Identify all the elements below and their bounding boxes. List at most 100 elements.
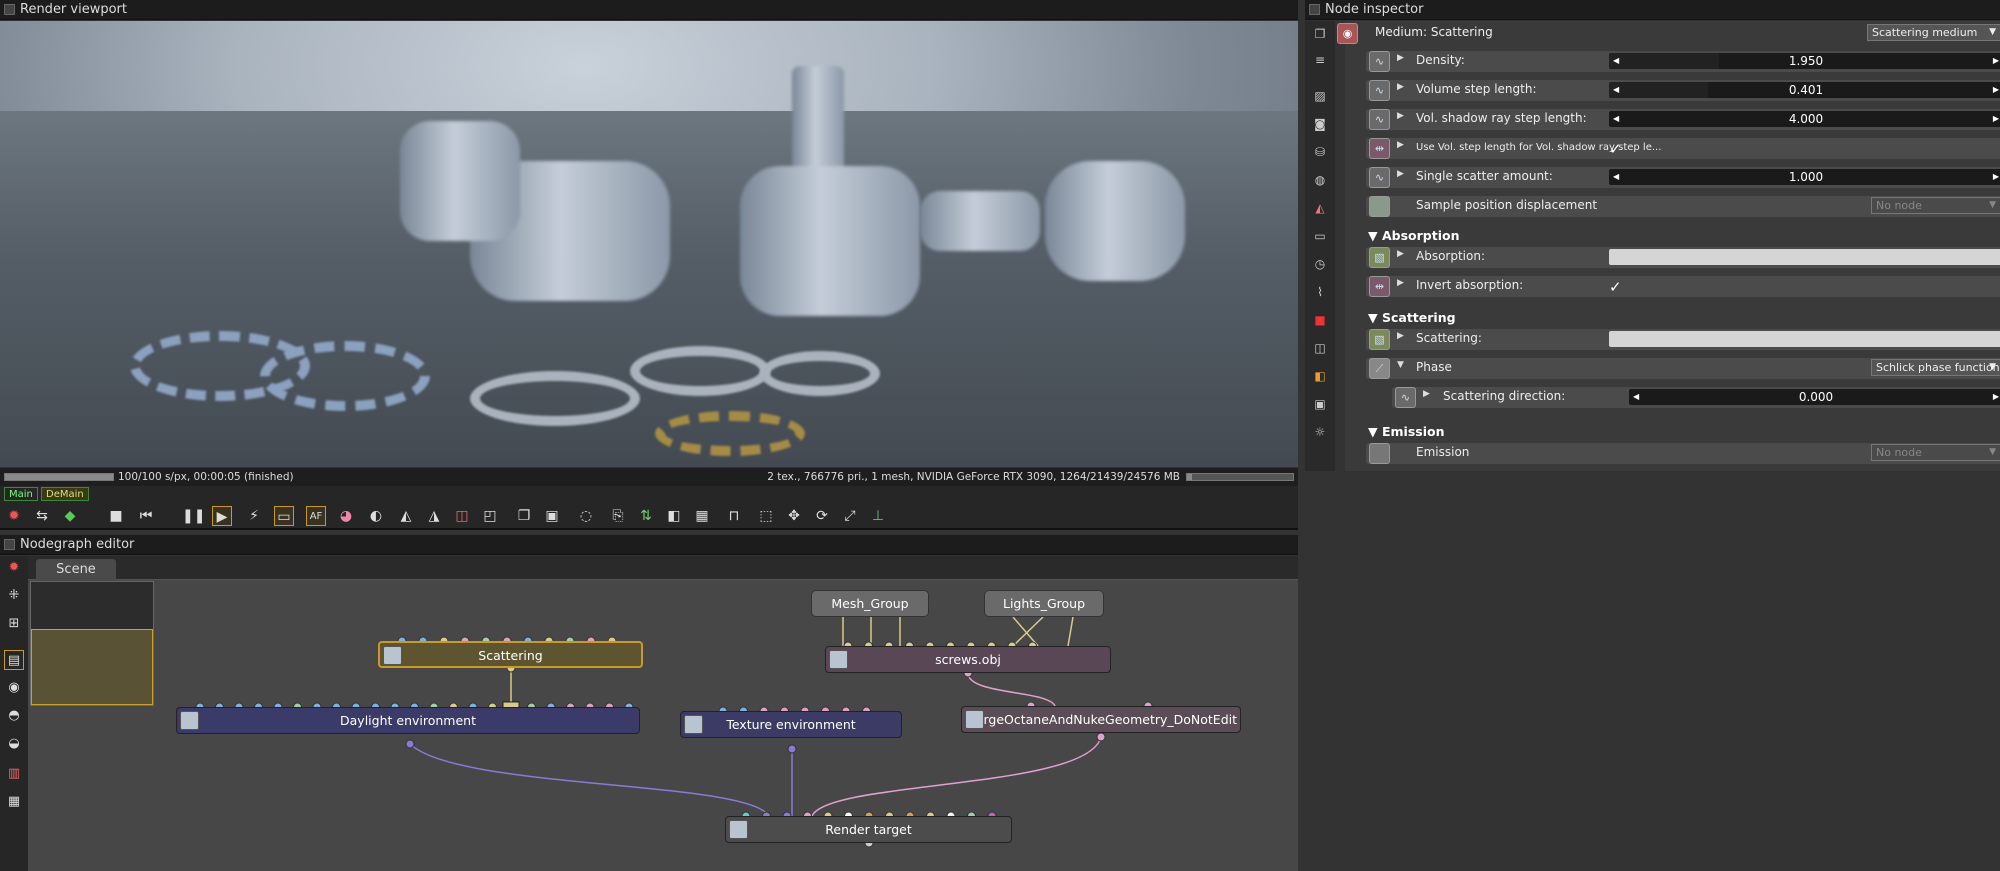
sample-position-dropdown[interactable]: No node ▼ [1871,197,2000,214]
autofocus-icon[interactable]: AF [306,506,326,526]
camera-icon[interactable]: ▥ [4,764,24,784]
texture-icon[interactable]: ▧ [1369,247,1390,268]
output-pin[interactable] [1096,732,1106,742]
panel-menu-icon[interactable] [4,4,15,15]
node-texture-environment[interactable]: Texture environment [680,711,902,738]
absorption-color-swatch[interactable] [1609,249,2000,265]
volume-step-slider[interactable]: ◀ 0.401 ▶ [1609,82,2000,98]
expand-arrow-icon[interactable]: ▶ [1423,389,1430,399]
camera-icon[interactable]: ◙ [1311,115,1329,133]
copy-icon[interactable]: ❐ [514,506,534,526]
checker-icon[interactable]: ▦ [692,506,712,526]
decrement-arrow-icon[interactable]: ◀ [1613,82,1619,98]
frame-icon[interactable]: ▭ [1311,227,1329,245]
stop-icon[interactable]: ■ [106,506,126,526]
increment-arrow-icon[interactable]: ▶ [1993,169,1999,185]
material-swap-icon[interactable]: ◓ [4,706,24,726]
red-cube-icon[interactable]: ■ [1311,311,1329,329]
cube-color-icon[interactable]: ◆ [60,506,80,526]
layers-icon[interactable]: ⇅ [636,506,656,526]
focus-picker-icon[interactable]: ◮ [424,506,444,526]
cube-icon[interactable]: ◫ [1311,339,1329,357]
monitor-icon[interactable]: ▭ [274,506,294,526]
arrange-icon[interactable]: ⁜ [4,586,24,606]
expand-arrow-icon[interactable]: ▶ [1397,140,1404,150]
grid-icon[interactable]: ▦ [4,792,24,812]
node-scattering[interactable]: Scattering [378,641,643,668]
lightning-icon[interactable]: ⚡ [244,506,264,526]
scattering-color-swatch[interactable] [1609,331,2000,347]
windows-icon[interactable]: ❐ [1311,25,1329,43]
export-icon[interactable]: ⎘ [608,506,628,526]
output-pin[interactable] [787,744,797,754]
emission-dropdown[interactable]: No node ▼ [1871,444,2000,461]
group-icon[interactable]: ⊞ [4,614,24,634]
database-icon[interactable]: ⛁ [1311,143,1329,161]
increment-arrow-icon[interactable]: ▶ [1993,53,1999,69]
phase-dropdown[interactable]: Schlick phase function ▼ [1871,359,2000,376]
toggle-icon[interactable]: ⇹ [1369,276,1390,297]
decrement-arrow-icon[interactable]: ◀ [1633,389,1639,405]
section-scattering[interactable]: ▼ Scattering [1368,310,1456,325]
node-render-target[interactable]: Render target [725,816,1012,843]
clay-mode-icon[interactable]: ◌ [576,506,596,526]
octane-logo-icon[interactable]: ✹ [4,558,24,578]
texture-icon[interactable]: ▧ [1369,329,1390,350]
node-lights-group[interactable]: Lights_Group [984,590,1104,617]
graph-icon[interactable]: ∿ [1369,167,1390,188]
graph-icon[interactable]: ∿ [1369,51,1390,72]
play-icon[interactable]: ▶ [212,506,232,526]
toggle-icon[interactable]: ⇹ [1369,138,1390,159]
density-slider[interactable]: ◀ 1.950 ▶ [1609,53,2000,69]
material-ball-icon[interactable]: ◉ [4,678,24,698]
expand-arrow-icon[interactable]: ▶ [1397,249,1404,259]
increment-arrow-icon[interactable]: ▶ [1993,111,1999,127]
graph-icon[interactable]: ∿ [1369,109,1390,130]
paint-icon[interactable]: ◍ [1311,171,1329,189]
node-pin-icon[interactable] [1369,196,1390,217]
node-merge-geometry[interactable]: MergeOctaneAndNukeGeometry_DoNotEdit [961,706,1241,733]
axis-icon[interactable]: ⊥ [868,506,888,526]
single-scatter-slider[interactable]: ◀ 1.000 ▶ [1609,169,2000,185]
invert-absorption-checkbox[interactable]: ✓ [1609,278,1622,296]
section-emission[interactable]: ▼ Emission [1368,424,1444,439]
region-icon[interactable]: ◫ [452,506,472,526]
move-icon[interactable]: ✥ [784,506,804,526]
save-image-icon[interactable]: ▣ [542,506,562,526]
curve-icon[interactable]: ⌇ [1311,283,1329,301]
octane-logo-icon[interactable]: ✹ [4,506,24,526]
expand-arrow-icon[interactable]: ▶ [1397,169,1404,179]
render-image[interactable] [0,21,1298,467]
panel-menu-icon[interactable] [1309,4,1320,15]
tab-demain[interactable]: DeMain [41,487,89,501]
sun-icon[interactable]: ☼ [1311,423,1329,441]
phase-icon[interactable]: ⟋ [1369,358,1390,379]
expand-arrow-icon[interactable]: ▶ [1397,278,1404,288]
restart-icon[interactable]: ⏮ [136,506,156,526]
scattering-direction-slider[interactable]: ◀ 0.000 ▶ [1629,389,2000,405]
output-pin[interactable] [405,739,415,749]
orange-cube-icon[interactable]: ◧ [1311,367,1329,385]
decrement-arrow-icon[interactable]: ◀ [1613,169,1619,185]
scale-icon[interactable]: ⤢ [840,506,860,526]
nodegraph-minimap[interactable] [30,581,154,706]
link-icon[interactable]: ⇆ [32,506,52,526]
pause-icon[interactable]: ❚❚ [182,506,205,526]
node-daylight-environment[interactable]: Daylight environment [176,707,640,734]
collapse-arrow-icon[interactable]: ▼ [1397,360,1404,370]
film-region-icon[interactable]: ◰ [480,506,500,526]
use-vol-step-checkbox[interactable]: ✓ [1609,140,1622,158]
node-mesh-group[interactable]: Mesh_Group [811,590,929,617]
expand-arrow-icon[interactable]: ▶ [1397,111,1404,121]
color-wheel-icon[interactable]: ◕ [336,506,356,526]
panel-menu-icon[interactable] [4,539,15,550]
image-icon[interactable]: ▨ [1311,87,1329,105]
expand-arrow-icon[interactable]: ▶ [1397,331,1404,341]
increment-arrow-icon[interactable]: ▶ [1993,82,1999,98]
graph-icon[interactable]: ∿ [1395,387,1416,408]
increment-arrow-icon[interactable]: ▶ [1993,389,1999,405]
graph-icon[interactable]: ∿ [1369,80,1390,101]
picture-icon[interactable]: ▣ [1311,395,1329,413]
tab-main[interactable]: Main [4,487,38,501]
decrement-arrow-icon[interactable]: ◀ [1613,111,1619,127]
